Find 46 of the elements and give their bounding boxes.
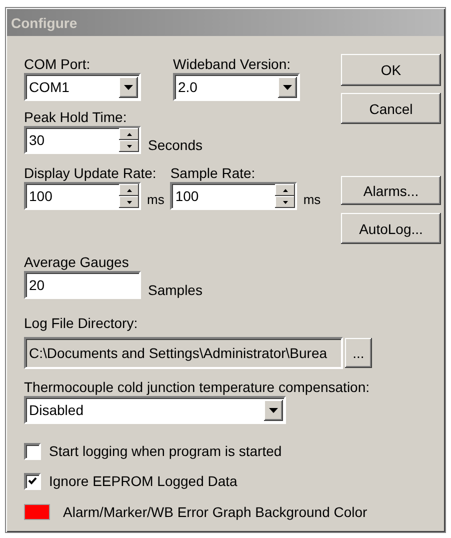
caret-down-icon — [126, 200, 132, 204]
field-label: Log File Directory: — [24, 315, 139, 332]
checkbox-label: Ignore EEPROM Logged Data — [49, 473, 238, 489]
dialog-button[interactable]: Alarms... — [341, 176, 441, 205]
dropdown-arrow-button[interactable] — [278, 76, 297, 98]
spin-button[interactable] — [119, 184, 139, 208]
field-label: Peak Hold Time: — [24, 109, 128, 126]
checkbox[interactable] — [24, 442, 41, 460]
com-port-dropdown[interactable]: COM1 — [24, 73, 141, 101]
field-label: COM Port: — [24, 56, 92, 73]
caret-down-icon — [124, 84, 133, 90]
dialog-button[interactable]: OK — [341, 54, 441, 86]
caret-up-icon — [126, 132, 132, 136]
unit-label: ms — [303, 191, 321, 209]
checkbox[interactable] — [24, 472, 41, 490]
caret-down-icon — [282, 200, 288, 204]
average-gauges-field[interactable]: 20 — [24, 271, 141, 299]
color-swatch[interactable] — [24, 504, 50, 520]
dialog-button[interactable]: AutoLog... — [341, 213, 441, 244]
unit-label: Seconds — [148, 137, 202, 154]
spin-button[interactable] — [275, 184, 296, 208]
caret-up-icon — [126, 188, 132, 192]
compensation-dropdown[interactable]: Disabled — [24, 396, 286, 424]
unit-label: ms — [147, 191, 164, 209]
field-label: Sample Rate: — [170, 165, 256, 182]
field-label: Thermocouple cold junction temperature compensation: — [24, 379, 371, 396]
field-label: Wideband Version: — [173, 56, 292, 73]
sample-rate-field[interactable]: 100 — [170, 182, 298, 210]
window-title: Configure — [11, 14, 78, 30]
caret-down-icon — [283, 84, 292, 90]
caret-down-icon — [269, 408, 278, 412]
dropdown-arrow-button[interactable] — [264, 400, 283, 420]
checkbox-label: Start logging when program is started — [49, 443, 282, 459]
dropdown-arrow-button[interactable] — [119, 76, 138, 98]
checkmark-icon — [28, 477, 37, 485]
peak-hold-time-field[interactable]: 30 — [24, 126, 141, 154]
dialog-button[interactable]: Cancel — [341, 93, 441, 124]
unit-label: Samples — [148, 282, 202, 299]
caret-up-icon — [282, 188, 288, 192]
color-label: Alarm/Marker/WB Error Graph Background Color — [63, 504, 368, 520]
field-label: Average Gauges — [24, 254, 130, 271]
spin-button[interactable] — [119, 128, 139, 152]
wideband-version-dropdown[interactable]: 2.0 — [173, 73, 300, 101]
caret-down-icon — [126, 144, 132, 148]
field-label: Display Update Rate: — [24, 165, 158, 182]
display-update-rate-field[interactable]: 100 — [24, 182, 141, 210]
